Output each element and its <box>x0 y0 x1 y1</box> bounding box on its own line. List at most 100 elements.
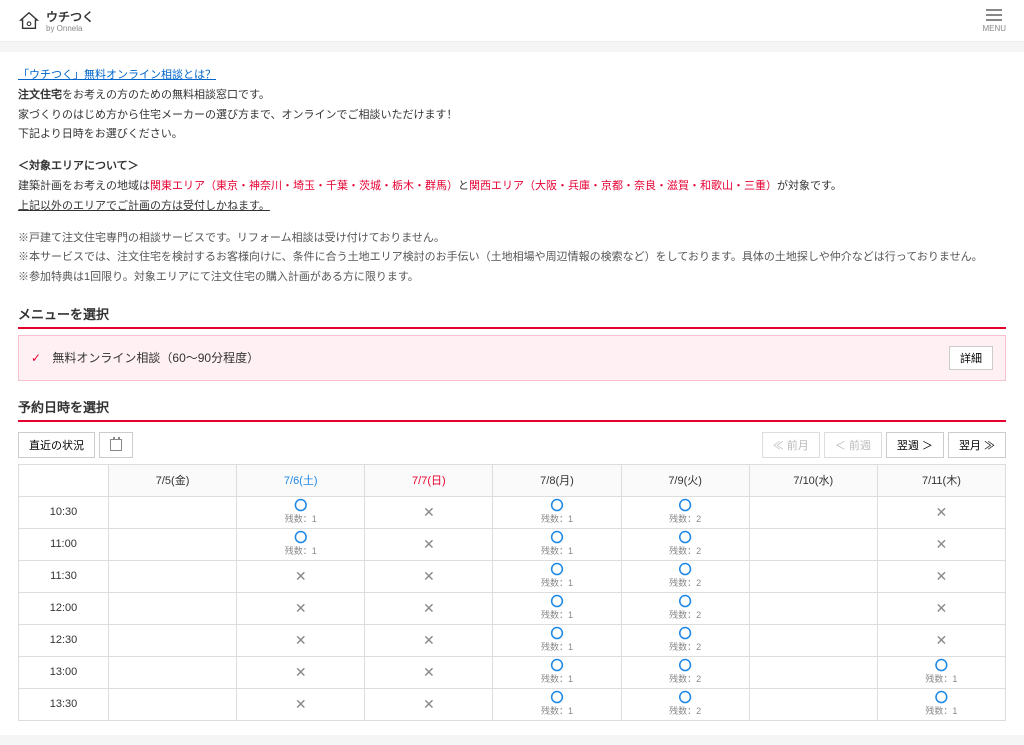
time-row: 11:30✕✕〇残数：1〇残数：2✕ <box>19 560 1006 592</box>
slot-cell[interactable]: 〇残数：2 <box>621 624 749 656</box>
remain-label: 残数：1 <box>878 704 1005 717</box>
slot-cell <box>109 560 237 592</box>
day-header: 7/6(土) <box>237 464 365 496</box>
remain-label: 残数：1 <box>493 608 620 621</box>
slot-cell[interactable]: 〇残数：1 <box>493 656 621 688</box>
intro-block: 「ウチつく」無料オンライン相談とは？ 注文住宅をお考えの方のための無料相談窓口で… <box>18 66 1006 288</box>
prev-week-button[interactable]: ＜ 前週 <box>824 432 882 458</box>
intro-line2: 家づくりのはじめ方から住宅メーカーの選び方まで、オンラインでご相談いただけます！ <box>18 106 1006 126</box>
slot-cell <box>749 624 877 656</box>
slot-cell: ✕ <box>877 528 1005 560</box>
cross-icon: ✕ <box>237 696 364 713</box>
remain-label: 残数：2 <box>622 576 749 589</box>
intro-line3: 下記より日時をお選びください。 <box>18 125 1006 145</box>
slot-cell <box>749 528 877 560</box>
slot-cell[interactable]: 〇残数：2 <box>621 496 749 528</box>
time-header <box>19 464 109 496</box>
slot-cell[interactable]: 〇残数：2 <box>621 656 749 688</box>
circle-icon: 〇 <box>622 499 749 512</box>
prev-month-button[interactable]: ≪ 前月 <box>762 432 820 458</box>
menu-item-row[interactable]: ✓ 無料オンライン相談（60〜90分程度） 詳細 <box>18 335 1006 381</box>
next-week-button[interactable]: 翌週 ＞ <box>886 432 944 458</box>
time-label: 12:00 <box>19 592 109 624</box>
note-2: ※本サービスでは、注文住宅を検討するお客様向けに、条件に合う土地エリア検討のお手… <box>18 248 1006 268</box>
slot-cell[interactable]: 〇残数：2 <box>621 688 749 720</box>
slot-cell[interactable]: 〇残数：2 <box>621 592 749 624</box>
intro-title-link[interactable]: 「ウチつく」無料オンライン相談とは？ <box>18 69 216 81</box>
slot-cell[interactable]: 〇残数：2 <box>621 528 749 560</box>
slot-cell: ✕ <box>237 656 365 688</box>
slot-cell[interactable]: 〇残数：1 <box>493 624 621 656</box>
slot-cell: ✕ <box>365 656 493 688</box>
calendar-icon <box>110 439 122 451</box>
slot-cell: ✕ <box>877 496 1005 528</box>
slot-cell: ✕ <box>365 528 493 560</box>
slot-cell[interactable]: 〇残数：1 <box>493 496 621 528</box>
slot-cell: ✕ <box>365 688 493 720</box>
circle-icon: 〇 <box>622 659 749 672</box>
cross-icon: ✕ <box>237 568 364 585</box>
slot-cell <box>109 592 237 624</box>
cross-icon: ✕ <box>365 696 492 713</box>
circle-icon: 〇 <box>622 531 749 544</box>
note-1: ※戸建て注文住宅専門の相談サービスです。リフォーム相談は受け付けておりません。 <box>18 229 1006 249</box>
remain-label: 残数：1 <box>237 512 364 525</box>
menu-section-title: メニューを選択 <box>18 304 1006 329</box>
detail-button[interactable]: 詳細 <box>949 346 993 370</box>
remain-label: 残数：2 <box>622 640 749 653</box>
hamburger-icon <box>986 9 1002 21</box>
slot-cell <box>109 496 237 528</box>
slot-cell[interactable]: 〇残数：1 <box>493 528 621 560</box>
slot-cell[interactable]: 〇残数：2 <box>621 560 749 592</box>
top-bar: ウチつく by Onnela MENU <box>0 0 1024 42</box>
recent-button[interactable]: 直近の状況 <box>18 432 95 458</box>
circle-icon: 〇 <box>493 595 620 608</box>
time-row: 12:30✕✕〇残数：1〇残数：2✕ <box>19 624 1006 656</box>
circle-icon: 〇 <box>622 691 749 704</box>
circle-icon: 〇 <box>237 499 364 512</box>
cross-icon: ✕ <box>878 568 1005 585</box>
slot-cell[interactable]: 〇残数：1 <box>493 560 621 592</box>
circle-icon: 〇 <box>622 627 749 640</box>
cross-icon: ✕ <box>237 664 364 681</box>
time-row: 13:30✕✕〇残数：1〇残数：2〇残数：1 <box>19 688 1006 720</box>
slot-cell[interactable]: 〇残数：1 <box>237 496 365 528</box>
slot-cell: ✕ <box>365 496 493 528</box>
slot-cell[interactable]: 〇残数：1 <box>877 656 1005 688</box>
cross-icon: ✕ <box>878 536 1005 553</box>
slot-cell[interactable]: 〇残数：1 <box>493 592 621 624</box>
time-label: 12:30 <box>19 624 109 656</box>
day-header: 7/5(金) <box>109 464 237 496</box>
slot-cell <box>749 688 877 720</box>
intro-line1: をお考えの方のための無料相談窓口です。 <box>62 89 270 101</box>
logo[interactable]: ウチつく by Onnela <box>18 8 94 33</box>
menu-button[interactable]: MENU <box>982 9 1006 33</box>
cross-icon: ✕ <box>365 536 492 553</box>
next-month-button[interactable]: 翌月 ≫ <box>948 432 1006 458</box>
calendar-controls: 直近の状況 ≪ 前月 ＜ 前週 翌週 ＞ 翌月 ≫ <box>18 432 1006 458</box>
slot-cell: ✕ <box>365 560 493 592</box>
menu-item-label: 無料オンライン相談（60〜90分程度） <box>52 351 259 365</box>
day-header: 7/9(火) <box>621 464 749 496</box>
slot-cell <box>109 624 237 656</box>
area-post: が対象です。 <box>777 180 842 192</box>
cross-icon: ✕ <box>237 632 364 649</box>
slot-cell: ✕ <box>237 688 365 720</box>
time-label: 11:00 <box>19 528 109 560</box>
slot-cell[interactable]: 〇残数：1 <box>237 528 365 560</box>
menu-label: MENU <box>982 24 1006 33</box>
time-row: 10:30〇残数：1✕〇残数：1〇残数：2✕ <box>19 496 1006 528</box>
slot-cell: ✕ <box>365 624 493 656</box>
time-label: 13:30 <box>19 688 109 720</box>
slot-cell[interactable]: 〇残数：1 <box>493 688 621 720</box>
day-header: 7/11(木) <box>877 464 1005 496</box>
slot-cell[interactable]: 〇残数：1 <box>877 688 1005 720</box>
slot-cell <box>749 592 877 624</box>
day-header: 7/10(水) <box>749 464 877 496</box>
day-header: 7/7(日) <box>365 464 493 496</box>
calendar-button[interactable] <box>99 432 133 458</box>
remain-label: 残数：2 <box>622 544 749 557</box>
cross-icon: ✕ <box>365 504 492 521</box>
intro-bold: 注文住宅 <box>18 89 62 101</box>
area-mid: と <box>458 180 469 192</box>
